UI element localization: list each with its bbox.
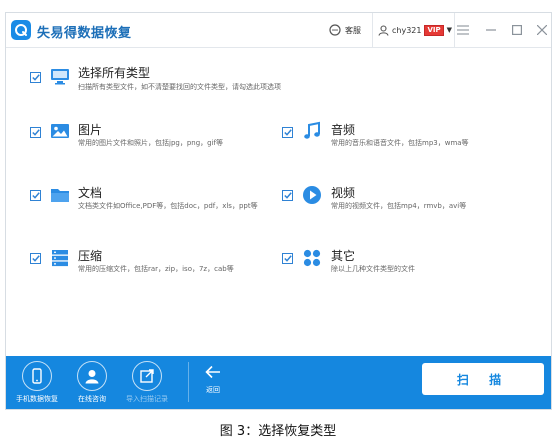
import-scan-record-button[interactable]: 导入扫描记录 xyxy=(124,361,170,404)
grid-dots-icon xyxy=(303,249,321,267)
option-title: 音频 xyxy=(331,123,356,137)
scan-button[interactable]: 扫 描 xyxy=(422,363,544,395)
footer-button-label: 手机数据恢复 xyxy=(16,395,58,403)
image-icon xyxy=(51,124,69,138)
checkbox-all-types[interactable] xyxy=(30,72,41,83)
hamburger-icon xyxy=(457,25,469,35)
option-description: 常用的压缩文件，包括rar，zip，iso，7z，cab等 xyxy=(78,265,234,273)
minimize-icon xyxy=(486,29,496,31)
phone-recovery-button[interactable]: 手机数据恢复 xyxy=(14,361,60,404)
option-title: 其它 xyxy=(331,249,356,263)
checkbox-documents[interactable] xyxy=(30,190,41,201)
close-icon xyxy=(537,25,547,35)
monitor-icon xyxy=(51,69,69,85)
app-logo-icon xyxy=(11,20,31,40)
divider xyxy=(188,362,189,402)
title-bar: 失易得数据恢复 6.47 客服 chy321 VIP ▼ xyxy=(6,13,551,48)
phone-icon xyxy=(32,368,42,384)
music-note-icon xyxy=(304,121,320,139)
option-title: 压缩 xyxy=(78,249,103,263)
option-description: 文档类文件如Office,PDF等，包括doc，pdf，xls，ppt等 xyxy=(78,202,258,210)
option-description: 常用的图片文件和照片，包括jpg，png，gif等 xyxy=(78,139,224,147)
user-icon xyxy=(85,370,99,384)
maximize-button[interactable] xyxy=(509,22,525,38)
option-description: 扫描所有类型文件，如不清楚要找回的文件类型，请勾选此项选项 xyxy=(78,83,281,91)
option-title: 视频 xyxy=(331,186,356,200)
maximize-icon xyxy=(512,25,522,35)
option-description: 常用的视频文件，包括mp4，rmvb，avi等 xyxy=(331,202,467,210)
divider xyxy=(372,13,373,47)
play-icon xyxy=(303,186,321,204)
user-account-menu[interactable]: chy321 VIP ▼ xyxy=(378,13,452,47)
close-button[interactable] xyxy=(534,22,550,38)
chat-icon xyxy=(329,24,341,36)
option-description: 除以上几种文件类型的文件 xyxy=(331,265,415,273)
option-title: 图片 xyxy=(78,123,103,137)
archive-icon xyxy=(52,250,68,267)
vip-badge: VIP xyxy=(424,24,444,36)
service-button[interactable]: 客服 xyxy=(329,13,361,47)
footer-button-label: 导入扫描记录 xyxy=(126,395,168,403)
app-window: 失易得数据恢复 6.47 客服 chy321 VIP ▼ 选择所有类型 扫描所有… xyxy=(5,12,552,410)
username: chy321 xyxy=(392,25,422,35)
menu-button[interactable] xyxy=(455,22,471,38)
user-icon xyxy=(378,24,389,36)
service-label: 客服 xyxy=(345,25,361,35)
import-icon xyxy=(140,369,154,383)
folder-icon xyxy=(51,189,69,202)
arrow-left-icon xyxy=(205,365,220,379)
checkbox-images[interactable] xyxy=(30,127,41,138)
minimize-button[interactable] xyxy=(483,22,499,38)
footer-button-label: 在线咨询 xyxy=(78,395,106,403)
footer-toolbar: 手机数据恢复 在线咨询 导入扫描记录 返回 扫 描 xyxy=(6,356,551,409)
checkbox-video[interactable] xyxy=(282,190,293,201)
option-title: 选择所有类型 xyxy=(78,66,151,80)
checkbox-others[interactable] xyxy=(282,253,293,264)
checkbox-audio[interactable] xyxy=(282,127,293,138)
chevron-down-icon: ▼ xyxy=(446,26,453,34)
option-description: 常用的音乐和语音文件，包括mp3，wma等 xyxy=(331,139,469,147)
app-version: 6.47 xyxy=(112,28,128,36)
back-label: 返回 xyxy=(206,386,220,394)
figure-caption: 图 3：选择恢复类型 xyxy=(219,424,337,439)
option-title: 文档 xyxy=(78,186,103,200)
back-button[interactable]: 返回 xyxy=(201,364,225,395)
online-consult-button[interactable]: 在线咨询 xyxy=(69,361,115,404)
checkbox-archives[interactable] xyxy=(30,253,41,264)
